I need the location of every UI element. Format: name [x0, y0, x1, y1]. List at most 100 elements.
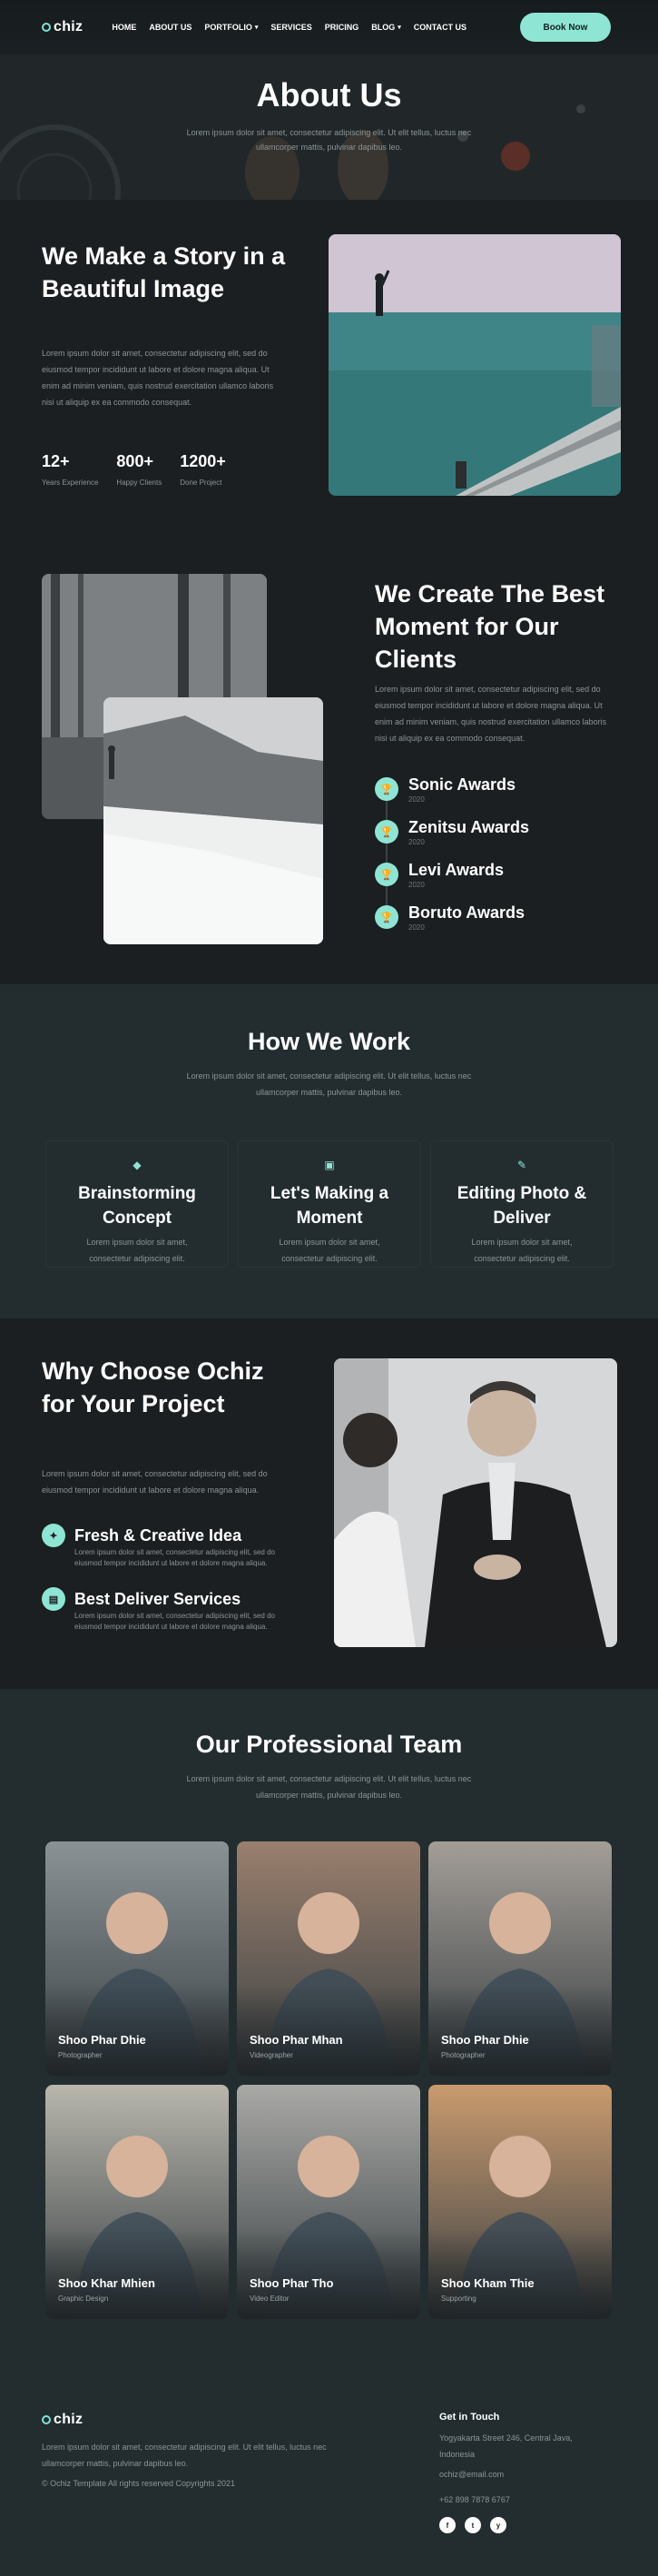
feature-best-deliver: ▤ Best Deliver Services Lorem ipsum dolo… — [42, 1587, 287, 1633]
how-card-editing: ✎ Editing Photo & Deliver Lorem ipsum dol… — [430, 1140, 614, 1268]
hero-subtitle-line-1: Lorem ipsum dolor sit amet, consectetur … — [186, 128, 472, 137]
contact-heading: Get in Touch — [439, 2412, 500, 2423]
story-body: Lorem ipsum dolor sit amet, consectetur … — [42, 349, 274, 407]
stat-projects: 1200+ Done Project — [180, 452, 226, 487]
team-subtitle-line-1: Lorem ipsum dolor sit amet, consectetur … — [186, 1774, 472, 1783]
award-item: 🏆 Levi Awards 2020 — [375, 859, 529, 902]
nav-item-label: PORTFOLIO — [204, 23, 252, 32]
how-card-title-line-1: Let's Making a — [270, 1184, 389, 1203]
how-subtitle-line-1: Lorem ipsum dolor sit amet, consectetur … — [186, 1071, 472, 1081]
nav-item-contact-us[interactable]: CONTACT US — [414, 23, 466, 32]
how-card-title-line-1: Brainstorming — [78, 1184, 196, 1203]
moment-section: We Create The Best Moment for Our Client… — [0, 545, 658, 984]
how-card-body-line-1: Lorem ipsum dolor sit amet, — [86, 1238, 188, 1247]
images-icon: ▣ — [324, 1159, 335, 1171]
story-title: We Make a Story in a Beautiful Image — [42, 242, 286, 302]
contact-email-link[interactable]: ochiz@email.com — [439, 2470, 504, 2479]
how-cards: ◆ Brainstorming Concept Lorem ipsum dolor… — [45, 1140, 614, 1268]
nav-item-label: PRICING — [324, 23, 359, 32]
card-overlay — [428, 2228, 612, 2319]
nav-item-home[interactable]: HOME — [112, 23, 136, 32]
award-year: 2020 — [408, 795, 425, 804]
how-card-body: Lorem ipsum dolor sit amet, consectetur a… — [431, 1234, 613, 1267]
chevron-down-icon: ▾ — [254, 25, 259, 31]
story-photo — [329, 234, 621, 496]
site-logo[interactable]: chiz — [42, 19, 83, 35]
team-title: Our Professional Team — [195, 1731, 463, 1758]
wedding-photo-illustration — [334, 1358, 617, 1647]
how-card-body: Lorem ipsum dolor sit amet, consectetur a… — [46, 1234, 228, 1267]
how-card-title: Editing Photo & Deliver — [431, 1181, 613, 1230]
how-card-body-line-2: consectetur adipiscing elit. — [281, 1254, 378, 1263]
nav-item-blog[interactable]: BLOG ▾ — [371, 23, 401, 32]
logo-text: chiz — [54, 19, 83, 35]
trophy-icon: 🏆 — [375, 863, 398, 886]
member-name: Shoo Phar Dhie — [58, 2033, 146, 2047]
nav-item-about-us[interactable]: ABOUT US — [149, 23, 192, 32]
card-overlay — [428, 1985, 612, 2076]
nav-links: HOME ABOUT US PORTFOLIO ▾ SERVICES PRICIN… — [112, 23, 479, 32]
nav-item-services[interactable]: SERVICES — [270, 23, 311, 32]
how-card-title-line-2: Deliver — [493, 1209, 551, 1228]
how-card-making-moment: ▣ Let's Making a Moment Lorem ipsum dolor… — [238, 1140, 421, 1268]
page: chiz HOME ABOUT US PORTFOLIO ▾ SERVICES P… — [0, 0, 658, 2576]
stat-label: Years Experience — [42, 479, 99, 487]
how-card-title: Let's Making a Moment — [239, 1181, 420, 1230]
beach-photo-illustration — [103, 697, 323, 944]
how-card-body-line-1: Lorem ipsum dolor sit amet, — [279, 1238, 380, 1247]
member-name: Shoo Kham Thie — [441, 2276, 535, 2290]
member-role: Photographer — [441, 2051, 486, 2059]
team-member-card[interactable]: Shoo Kham Thie Supporting — [428, 2085, 612, 2319]
team-member-card[interactable]: Shoo Khar Mhien Graphic Design — [45, 2085, 229, 2319]
feature-title: Fresh & Creative Idea — [74, 1526, 242, 1545]
stat-clients: 800+ Happy Clients — [116, 452, 162, 487]
how-card-title: Brainstorming Concept — [46, 1181, 228, 1230]
beach-photo — [103, 697, 323, 944]
footer-logo[interactable]: chiz — [42, 2412, 83, 2428]
card-overlay — [237, 2228, 420, 2319]
team-member-card[interactable]: Shoo Phar Mhan Videographer — [237, 1841, 420, 2076]
lightbulb-icon: ◆ — [133, 1159, 142, 1171]
stat-label: Done Project — [180, 479, 222, 487]
nav-item-portfolio[interactable]: PORTFOLIO ▾ — [204, 23, 258, 32]
team-member-card[interactable]: Shoo Phar Dhie Photographer — [45, 1841, 229, 2076]
nav-item-label: SERVICES — [270, 23, 312, 32]
nav-item-pricing[interactable]: PRICING — [325, 23, 359, 32]
how-card-body-line-1: Lorem ipsum dolor sit amet, — [471, 1238, 573, 1247]
team-member-card[interactable]: Shoo Phar Tho Video Editor — [237, 2085, 420, 2319]
award-item: 🏆 Zenitsu Awards 2020 — [375, 816, 529, 859]
member-name: Shoo Phar Dhie — [441, 2033, 529, 2047]
facebook-icon[interactable]: f — [439, 2517, 456, 2533]
why-title: Why Choose Ochiz for Your Project — [42, 1357, 264, 1417]
why-body: Lorem ipsum dolor sit amet, consectetur … — [42, 1469, 268, 1495]
member-role: Supporting — [441, 2295, 476, 2303]
bulb-icon: ✦ — [42, 1524, 65, 1547]
how-card-body-line-2: consectetur adipiscing elit. — [474, 1254, 570, 1263]
nav-item-label: ABOUT US — [149, 23, 192, 32]
team-member-card[interactable]: Shoo Phar Dhie Photographer — [428, 1841, 612, 2076]
award-item: 🏆 Boruto Awards 2020 — [375, 902, 529, 944]
stat-number: 12+ — [42, 452, 70, 470]
book-now-button[interactable]: Book Now — [520, 13, 611, 42]
award-year: 2020 — [408, 881, 425, 889]
twitter-icon[interactable]: t — [465, 2517, 481, 2533]
page-title: About Us — [256, 76, 402, 114]
footer-logo-text: chiz — [54, 2412, 83, 2427]
trophy-icon: 🏆 — [375, 820, 398, 844]
hero-section: chiz HOME ABOUT US PORTFOLIO ▾ SERVICES P… — [0, 0, 658, 200]
youtube-icon[interactable]: y — [490, 2517, 506, 2533]
how-card-brainstorming: ◆ Brainstorming Concept Lorem ipsum dolor… — [45, 1140, 229, 1268]
contact-phone-link[interactable]: +62 898 7878 6767 — [439, 2495, 510, 2504]
wedding-photo — [334, 1358, 617, 1647]
how-we-work-section: How We Work Lorem ipsum dolor sit amet, … — [0, 984, 658, 1318]
award-year: 2020 — [408, 838, 425, 846]
social-links: f t y — [439, 2517, 506, 2533]
team-subtitle-line-2: ullamcorper mattis, pulvinar dapibus leo… — [255, 1791, 403, 1800]
why-choose-section: Why Choose Ochiz for Your Project Lorem … — [0, 1318, 658, 1689]
award-title: Sonic Awards — [408, 775, 516, 794]
hero-subtitle: Lorem ipsum dolor sit amet, consectetur … — [0, 125, 658, 154]
trophy-icon: 🏆 — [375, 905, 398, 929]
footer-description: Lorem ipsum dolor sit amet, consectetur … — [42, 2443, 327, 2468]
story-section: We Make a Story in a Beautiful Image Lor… — [0, 200, 658, 545]
how-card-title-line-1: Editing Photo & — [457, 1184, 587, 1203]
